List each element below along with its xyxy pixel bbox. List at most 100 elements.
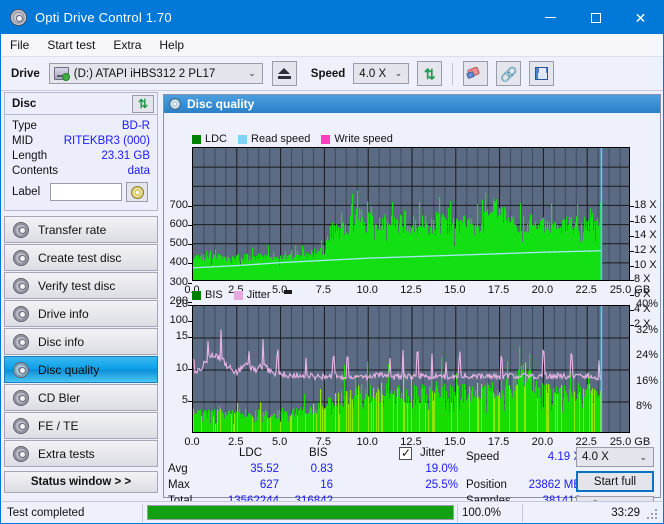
disc-row-type: Type BD-R: [12, 119, 150, 134]
legend-label-bis: BIS: [205, 289, 223, 301]
jitter-tick: 40%: [636, 298, 659, 310]
application-window: Opti Drive Control 1.70 ✕ File Start tes…: [0, 0, 664, 524]
chain-button[interactable]: 🔗: [496, 61, 522, 86]
menu-start-test[interactable]: Start test: [38, 35, 104, 55]
save-button[interactable]: [529, 61, 555, 86]
refresh-arrows-icon: ⇅: [137, 97, 149, 111]
stats-speed-value: 4.19 X: [547, 451, 581, 463]
sidebar-item-drive-info[interactable]: Drive info: [4, 300, 158, 327]
stats-header-bis: BIS: [309, 447, 328, 459]
sidebar-item-transfer-rate[interactable]: Transfer rate: [4, 216, 158, 243]
axis-tick: [188, 225, 192, 227]
maximize-button[interactable]: [573, 1, 618, 34]
disc-box-title: Disc: [12, 97, 37, 110]
save-icon: [535, 67, 549, 80]
legend-entry-jitter: Jitter: [233, 289, 271, 301]
menu-bar: File Start test Extra Help: [1, 34, 663, 57]
refresh-button[interactable]: ⇅: [417, 61, 443, 86]
speed-select[interactable]: 4.0 X ⌄: [353, 63, 410, 84]
start-full-button[interactable]: Start full: [576, 471, 654, 492]
sidebar-item-disc-quality[interactable]: Disc quality: [4, 356, 158, 383]
ldc-y-tick: 500: [169, 237, 188, 250]
legend-swatch-ldc: [192, 134, 201, 144]
sidebar-item-verify-test-disc[interactable]: Verify test disc: [4, 272, 158, 299]
status-window-button[interactable]: Status window > >: [4, 471, 158, 493]
chevron-down-icon: ⌄: [639, 451, 647, 462]
main-panel: Disc quality LDC Read speed Write speed: [163, 94, 661, 515]
disc-icon: [13, 221, 29, 238]
disc-icon: [13, 305, 29, 322]
disc-contents-label: Contents: [12, 165, 59, 177]
sidebar-label: FE / TE: [38, 418, 79, 433]
drive-select[interactable]: (D:) ATAPI iHBS312 2 PL17 ⌄: [48, 63, 263, 84]
disc-properties: Type BD-R MID RITEKBR3 (000) Length 23.3…: [5, 115, 157, 202]
sidebar-item-create-test-disc[interactable]: Create test disc: [4, 244, 158, 271]
axis-tick: [630, 325, 634, 327]
erase-button[interactable]: [463, 61, 489, 86]
axis-tick: [188, 369, 192, 370]
axis-tick: [188, 337, 192, 338]
nav-list: Transfer rate Create test disc Verify te…: [4, 216, 158, 468]
axis-tick: [188, 263, 192, 265]
ldc-speed-tick: 10 X: [634, 258, 657, 271]
sidebar-label: Create test disc: [38, 250, 122, 265]
sidebar-item-extra-tests[interactable]: Extra tests: [4, 440, 158, 467]
elapsed-time: 33:29: [611, 506, 640, 519]
eject-button[interactable]: [271, 61, 297, 86]
close-icon: ✕: [634, 9, 647, 26]
jitter-checkbox[interactable]: [399, 446, 412, 460]
disc-refresh-button[interactable]: ⇅: [132, 95, 154, 113]
bis-y-tick: 5: [181, 394, 188, 406]
legend-entry-read-speed: Read speed: [238, 133, 310, 145]
maximize-icon: [590, 12, 601, 23]
bis-jitter-plot-area: [192, 305, 630, 433]
disc-length-value: 23.31 GB: [101, 150, 150, 162]
menu-help[interactable]: Help: [150, 35, 193, 55]
ldc-y-tick: 700: [169, 199, 188, 211]
progress-bar: [147, 505, 454, 520]
disc-mid-label: MID: [12, 135, 34, 147]
progress-bar-fill: [148, 506, 453, 519]
ldc-y-tick: 100: [169, 313, 188, 326]
minimize-button[interactable]: [528, 1, 573, 34]
test-speed-select[interactable]: 4.0 X ⌄: [576, 447, 654, 467]
axis-tick: [188, 244, 192, 246]
jitter-tick: 8%: [636, 400, 652, 413]
speed-label: Speed: [310, 67, 346, 80]
disc-box-header: Disc ⇅: [5, 93, 157, 115]
legend-swatch-bis: [192, 290, 201, 300]
close-button[interactable]: ✕: [618, 1, 663, 34]
legend-swatch-write-speed: [321, 134, 331, 144]
window-title: Opti Drive Control 1.70: [35, 10, 172, 25]
disc-label-apply-button[interactable]: [126, 182, 148, 202]
jitter-label: Jitter: [420, 447, 445, 459]
stats-row-avg-label: Avg: [168, 463, 188, 475]
sidebar-item-disc-info[interactable]: Disc info: [4, 328, 158, 355]
ldc-y-tick: 600: [169, 218, 188, 231]
resize-grip-icon[interactable]: [647, 509, 659, 521]
menu-extra[interactable]: Extra: [104, 35, 150, 55]
sidebar-item-cd-bler[interactable]: CD Bler: [4, 384, 158, 411]
drive-select-value: (D:) ATAPI iHBS312 2 PL17: [73, 67, 216, 80]
stats-jitter-avg: 19.0%: [425, 463, 458, 475]
disc-label-input[interactable]: [50, 183, 122, 201]
stats-position-label: Position: [466, 479, 507, 491]
axis-tick: [630, 220, 634, 222]
chain-icon: 🔗: [500, 65, 518, 82]
disc-row-mid: MID RITEKBR3 (000): [12, 134, 150, 149]
title-bar: Opti Drive Control 1.70 ✕: [1, 1, 663, 34]
stats-ldc-max: 627: [259, 479, 279, 491]
disc-quality-icon: [169, 98, 181, 110]
disc-length-label: Length: [12, 150, 48, 162]
axis-tick: [630, 235, 634, 237]
refresh-icon: ⇅: [423, 65, 436, 82]
main-panel-header: Disc quality: [164, 95, 660, 113]
menu-file[interactable]: File: [1, 35, 38, 55]
drive-icon: [53, 67, 70, 81]
legend-entry-ldc: LDC: [192, 133, 227, 145]
axis-tick: [188, 401, 192, 402]
sidebar-item-fe-te[interactable]: FE / TE: [4, 412, 158, 439]
bis-y-tick: 15: [175, 330, 188, 342]
eject-icon: [277, 68, 291, 79]
stats-bis-avg: 0.83: [310, 463, 333, 475]
